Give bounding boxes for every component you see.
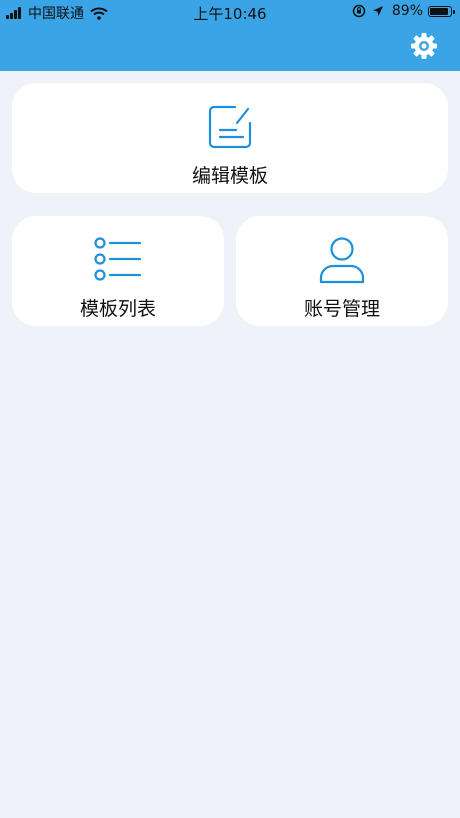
battery-percent: 89% (391, 3, 423, 19)
account-manage-label: 账号管理 (303, 298, 380, 320)
user-icon (319, 237, 365, 284)
app-header: 中国联通 上午10:46 89% (0, 0, 460, 71)
edit-note-icon (208, 105, 252, 149)
template-list-card[interactable]: 模板列表 (12, 216, 224, 326)
edit-template-label: 编辑模板 (191, 165, 268, 187)
list-icon (94, 237, 142, 281)
orientation-lock-icon (352, 4, 366, 18)
battery-icon (428, 5, 455, 17)
gear-icon[interactable] (410, 32, 438, 60)
battery-fill (430, 7, 448, 15)
account-manage-card[interactable]: 账号管理 (236, 216, 448, 326)
status-bar: 中国联通 上午10:46 89% (0, 0, 460, 24)
location-arrow-icon (372, 6, 383, 16)
template-list-label: 模板列表 (79, 298, 156, 320)
edit-template-card[interactable]: 编辑模板 (12, 83, 448, 193)
status-right: 89% (352, 3, 455, 19)
